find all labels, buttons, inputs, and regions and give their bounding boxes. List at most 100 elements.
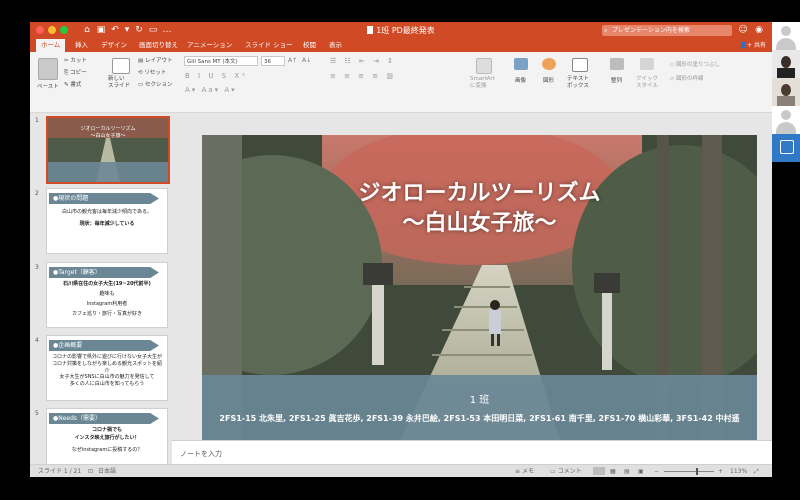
- section-button[interactable]: ▭ セクション: [138, 80, 172, 88]
- participant-video[interactable]: [772, 78, 800, 106]
- notes-toggle[interactable]: ≡ メモ: [515, 465, 534, 477]
- zoom-level[interactable]: 113%: [730, 465, 747, 477]
- status-bar: スライド 1 / 21 ⊡ 日本語 ≡ メモ ▭ コメント ▦ ▤ ▣ − + …: [30, 464, 772, 477]
- grow-font-icon[interactable]: A↑: [288, 57, 297, 64]
- tab-view[interactable]: 表示: [324, 39, 347, 52]
- avatar-body: [776, 38, 796, 50]
- member-list[interactable]: 2FS1-15 北朱里, 2FS1-25 眞吉花歩, 2FS1-39 永井巴絵,…: [202, 413, 757, 424]
- participant-tile[interactable]: [772, 106, 800, 134]
- section-icon: ▭: [138, 82, 145, 88]
- list-icons[interactable]: ☰ ☷ ⇤ ⇥ ↕: [330, 57, 396, 65]
- font-name-select[interactable]: Gill Sans MT (本文): [184, 56, 258, 66]
- paste-button[interactable]: ペースト: [37, 82, 59, 90]
- logo-icon: [780, 140, 794, 154]
- zoom-out-button[interactable]: −: [654, 465, 659, 477]
- reading-view-icon[interactable]: ▤: [624, 465, 630, 477]
- slide-number: 4: [35, 337, 39, 344]
- reset-button[interactable]: ⟲ リセット: [138, 68, 166, 76]
- picture-button[interactable]: 画像: [515, 76, 526, 84]
- textbox-button[interactable]: テキスト ボックス: [567, 76, 589, 90]
- tab-animations[interactable]: アニメーション: [182, 39, 237, 52]
- shape-icon[interactable]: [542, 58, 556, 70]
- participant-logo-tile[interactable]: [772, 134, 800, 162]
- arrange-icon[interactable]: [610, 58, 624, 70]
- slide-thumbnail-1[interactable]: ジオローカルツーリズム 〜白山女子旅〜: [46, 116, 170, 184]
- layout-button[interactable]: ▤ レイアウト: [138, 56, 172, 64]
- thumb-2-header: ●現状の問題: [49, 193, 159, 204]
- fit-slide-icon[interactable]: ⤢: [754, 465, 759, 477]
- title-bar: ⌂ ▣ ↶ ▾ ↻ ▭ … 1班 PD最終発表 ⌕ プレゼンテーション内を検索 …: [30, 22, 772, 39]
- slide-thumbnail-3[interactable]: ●Target（顧客） 石川県在住の女子大生(19~20代前半) 趣味も Ins…: [46, 262, 168, 328]
- smiley-icon[interactable]: ☺: [738, 25, 748, 35]
- thumb-4-header: ●企画概要: [49, 340, 159, 351]
- zoom-slider-thumb[interactable]: [696, 468, 698, 475]
- paste-icon[interactable]: [38, 58, 58, 80]
- search-input[interactable]: ⌕ プレゼンテーション内を検索: [602, 25, 732, 36]
- notes-pane[interactable]: ノートを入力: [172, 440, 772, 465]
- quick-style-icon[interactable]: [640, 58, 654, 70]
- tab-slideshow[interactable]: スライド ショー: [240, 39, 298, 52]
- slide-position: スライド 1 / 21: [38, 468, 82, 475]
- slide-thumbnail-4[interactable]: ●企画概要 コロナの影響で県外に遊びに行けない女子大生が コロナ対策をしながら楽…: [46, 335, 168, 401]
- arrange-button[interactable]: 整列: [611, 76, 622, 84]
- tab-transitions[interactable]: 画面切り替え: [134, 39, 183, 52]
- tab-home[interactable]: ホーム: [36, 39, 66, 52]
- participant-tile[interactable]: [772, 22, 800, 50]
- tab-review[interactable]: 校閲: [298, 39, 321, 52]
- font-color-icons[interactable]: A▾ Aa▾ A▾: [185, 86, 237, 94]
- slide-thumbnail-2[interactable]: ●現状の問題 白山市の観光客は毎年減少傾向である。 現状：毎年減少している: [46, 188, 168, 254]
- thumb-2-line2: 現状：毎年減少している: [79, 221, 135, 227]
- slide-thumbnails-pane: 1 ジオローカルツーリズム 〜白山女子旅〜 2 ●現状の問題 白山市の観光客は毎…: [30, 113, 172, 474]
- slide-member-banner: 1 班 2FS1-15 北朱里, 2FS1-25 眞吉花歩, 2FS1-39 永…: [202, 375, 757, 447]
- picture-icon[interactable]: [514, 58, 528, 70]
- shrink-font-icon[interactable]: A↓: [302, 57, 311, 64]
- language-indicator[interactable]: 日本語: [98, 465, 116, 477]
- participant-body: [777, 68, 795, 78]
- participant-head: [781, 56, 791, 68]
- thumb-4-line3: 女子大生がSNSに白山市の魅力を発信して: [59, 374, 155, 380]
- slideshow-view-icon[interactable]: ▣: [638, 465, 644, 477]
- ribbon: ペースト ✂ カット ⎘ コピー ✎ 書式 新しい スライド ▤ レイアウト ⟲…: [30, 52, 772, 113]
- powerpoint-window: ⌂ ▣ ↶ ▾ ↻ ▭ … 1班 PD最終発表 ⌕ プレゼンテーション内を検索 …: [30, 22, 772, 477]
- comment-icon: ▭: [550, 468, 558, 475]
- share-icon: 👤+: [739, 42, 754, 49]
- share-button[interactable]: 👤+ 共有: [740, 39, 766, 52]
- slide-title[interactable]: ジオローカルツーリズム: [202, 175, 757, 207]
- slide-number: 5: [35, 410, 39, 417]
- cut-button[interactable]: ✂ カット: [64, 56, 87, 64]
- participant-video[interactable]: [772, 50, 800, 78]
- shape-button[interactable]: 図形: [543, 76, 554, 84]
- slide-sorter-icon[interactable]: ▦: [610, 465, 616, 477]
- textbox-icon[interactable]: [572, 58, 588, 72]
- smartart-icon[interactable]: [476, 58, 492, 74]
- normal-view-icon[interactable]: [593, 467, 605, 475]
- new-slide-button[interactable]: 新しい スライド: [108, 76, 130, 90]
- notes-placeholder[interactable]: ノートを入力: [180, 449, 222, 459]
- thumb-3-header: ●Target（顧客）: [49, 267, 159, 278]
- comments-toggle[interactable]: ▭ コメント: [550, 465, 582, 477]
- copy-button[interactable]: ⎘ コピー: [64, 68, 87, 77]
- notes-icon: ≡: [515, 468, 522, 475]
- spellcheck-icon[interactable]: ⊡: [88, 465, 93, 477]
- tab-design[interactable]: デザイン: [96, 39, 132, 52]
- new-slide-icon[interactable]: [112, 58, 130, 74]
- slide-subtitle[interactable]: 〜白山女子旅〜: [202, 205, 757, 237]
- layout-icon: ▤: [138, 58, 145, 64]
- thumb-3-line3: Instagram利用者: [86, 301, 128, 307]
- tab-insert[interactable]: 挿入: [70, 39, 93, 52]
- zoom-in-button[interactable]: +: [718, 465, 723, 477]
- account-icon[interactable]: ◉: [754, 25, 764, 35]
- quick-style-button[interactable]: クイック スタイル: [636, 76, 658, 90]
- zoom-slider[interactable]: [664, 471, 714, 472]
- thumb-4-line1: コロナの影響で県外に遊びに行けない女子大生が: [51, 354, 162, 360]
- align-icons[interactable]: ≡ ≡ ≡ ≡ ▥: [330, 72, 396, 80]
- team-label[interactable]: 1 班: [202, 391, 757, 406]
- participant-body: [777, 96, 795, 106]
- font-size-select[interactable]: 36: [261, 56, 285, 66]
- current-slide[interactable]: ジオローカルツーリズム 〜白山女子旅〜 1 班 2FS1-15 北朱里, 2FS…: [202, 135, 757, 447]
- font-style-icons[interactable]: B I U S X²: [185, 72, 248, 80]
- format-painter-button[interactable]: ✎ 書式: [64, 80, 81, 88]
- shape-fill-button[interactable]: ◇ 図形の塗りつぶし: [670, 60, 720, 68]
- convert-smartart-button[interactable]: SmartArt に変換: [470, 76, 495, 90]
- shape-outline-button[interactable]: ▱ 図形の枠線: [670, 74, 704, 82]
